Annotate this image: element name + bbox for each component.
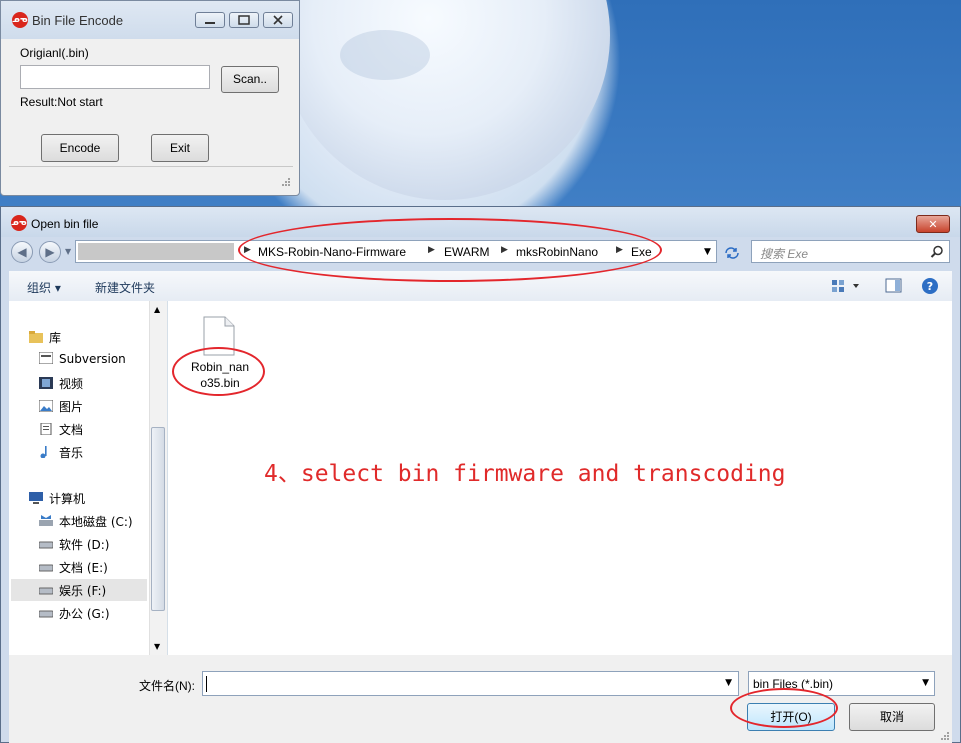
highlight-ellipse-address <box>238 218 662 282</box>
cancel-button[interactable]: 取消 <box>849 703 935 731</box>
drive-icon <box>39 610 53 618</box>
encode-button[interactable]: Encode <box>41 134 119 162</box>
original-path-input[interactable] <box>20 65 210 89</box>
nav-label: 图片 <box>59 400 84 414</box>
scroll-up-icon[interactable]: ▲ <box>154 305 160 314</box>
nav-label: 本地磁盘 (C:) <box>59 515 133 529</box>
highlight-ellipse-open <box>730 688 838 728</box>
refresh-icon[interactable] <box>723 245 741 261</box>
view-icon[interactable] <box>831 278 863 294</box>
drive-icon <box>39 541 53 549</box>
back-icon: ◀ <box>17 245 27 259</box>
forward-icon: ▶ <box>45 245 55 259</box>
nav-music[interactable]: 音乐 <box>39 444 83 462</box>
video-icon <box>39 377 53 389</box>
chevron-down-icon[interactable]: ▼ <box>922 678 929 688</box>
scroll-thumb[interactable] <box>151 427 165 611</box>
result-status: Result:Not start <box>20 95 103 109</box>
exit-button[interactable]: Exit <box>151 134 209 162</box>
nav-label: Subversion <box>59 352 126 366</box>
nav-label: 文档 <box>59 423 84 437</box>
recent-locations-icon[interactable]: ▼ <box>65 247 71 256</box>
scroll-down-icon[interactable]: ▼ <box>154 642 160 651</box>
nav-scrollbar[interactable]: ▲ ▼ <box>149 301 167 655</box>
address-dropdown-icon[interactable]: ▼ <box>704 247 711 257</box>
window-title: Bin File Encode <box>32 13 124 28</box>
redacted-path <box>78 243 234 260</box>
bin-encode-window: ᓄᓀ Bin File Encode Origianl(.bin) Scan..… <box>0 0 300 196</box>
drive-icon <box>39 515 53 526</box>
nav-label: 音乐 <box>59 446 84 460</box>
nav-libraries[interactable]: 库 <box>29 329 61 347</box>
app-logo-icon: ᓄᓀ <box>11 215 27 231</box>
drive-icon <box>39 587 53 595</box>
close-button[interactable] <box>263 12 293 28</box>
nav-documents[interactable]: 文档 <box>39 421 83 439</box>
computer-icon <box>29 492 43 504</box>
nav-computer[interactable]: 计算机 <box>29 490 85 508</box>
tutorial-annotation: 4、select bin firmware and transcoding <box>264 461 786 487</box>
filename-input[interactable]: ▼ <box>202 671 739 696</box>
nav-label: 文档 (E:) <box>59 561 108 575</box>
close-icon <box>273 15 283 25</box>
search-box[interactable]: 搜索 Exe <box>751 240 950 263</box>
nav-drive-e[interactable]: 文档 (E:) <box>39 559 108 577</box>
title-bar[interactable]: ᓄᓀ Bin File Encode <box>1 1 299 39</box>
search-placeholder: 搜索 Exe <box>760 247 809 261</box>
search-icon[interactable] <box>930 245 944 259</box>
resize-grip-icon[interactable] <box>281 177 291 187</box>
nav-label: 娱乐 (F:) <box>59 584 107 598</box>
dialog-title: Open bin file <box>31 217 99 231</box>
new-folder-button[interactable]: 新建文件夹 <box>95 279 155 296</box>
text-cursor <box>206 676 207 692</box>
nav-drive-g[interactable]: 办公 (G:) <box>39 605 110 623</box>
dialog-close-button[interactable]: ✕ <box>916 215 950 233</box>
svg-text:?: ? <box>927 280 933 293</box>
chevron-down-icon[interactable]: ▼ <box>725 678 732 688</box>
nav-drive-d[interactable]: 软件 (D:) <box>39 536 109 554</box>
nav-drive-c[interactable]: 本地磁盘 (C:) <box>39 513 133 531</box>
nav-label: 视频 <box>59 377 84 391</box>
nav-label: 办公 (G:) <box>59 607 110 621</box>
nav-label: 库 <box>49 331 62 345</box>
picture-icon <box>39 400 53 412</box>
folder-icon <box>29 331 43 343</box>
minimize-icon <box>205 22 215 24</box>
back-button[interactable]: ◀ <box>11 241 33 263</box>
close-icon: ✕ <box>928 218 938 231</box>
forward-button[interactable]: ▶ <box>39 241 61 263</box>
maximize-button[interactable] <box>229 12 259 28</box>
document-icon <box>40 423 52 435</box>
nav-label: 计算机 <box>49 492 86 506</box>
help-icon[interactable]: ? <box>921 277 939 295</box>
nav-label: 软件 (D:) <box>59 538 110 552</box>
minimize-button[interactable] <box>195 12 225 28</box>
nav-subversion[interactable]: Subversion <box>39 352 126 370</box>
status-bar <box>9 166 293 189</box>
filename-label: 文件名(N): <box>139 679 195 693</box>
navigation-pane: 库 Subversion 视频 图片 文档 音乐 计算机 本地磁盘 (C:) 软… <box>9 301 168 655</box>
nav-drive-f[interactable]: 娱乐 (F:) <box>39 582 106 600</box>
moon-image <box>300 0 610 210</box>
app-logo-icon: ᓄᓀ <box>12 12 28 28</box>
resize-grip-icon[interactable] <box>940 731 950 741</box>
scan-button[interactable]: Scan.. <box>221 66 279 93</box>
original-label: Origianl(.bin) <box>20 46 89 60</box>
preview-pane-icon[interactable] <box>885 277 903 295</box>
encoder-client: Origianl(.bin) Scan.. Result:Not start E… <box>9 39 293 189</box>
nav-videos[interactable]: 视频 <box>39 375 83 393</box>
maximize-icon <box>238 15 250 25</box>
drive-icon <box>39 564 53 572</box>
nav-pictures[interactable]: 图片 <box>39 398 83 416</box>
highlight-ellipse-file <box>172 347 265 396</box>
organize-menu[interactable]: 组织 ▾ <box>27 279 61 296</box>
music-icon <box>40 446 47 458</box>
svn-library-icon <box>39 352 53 364</box>
